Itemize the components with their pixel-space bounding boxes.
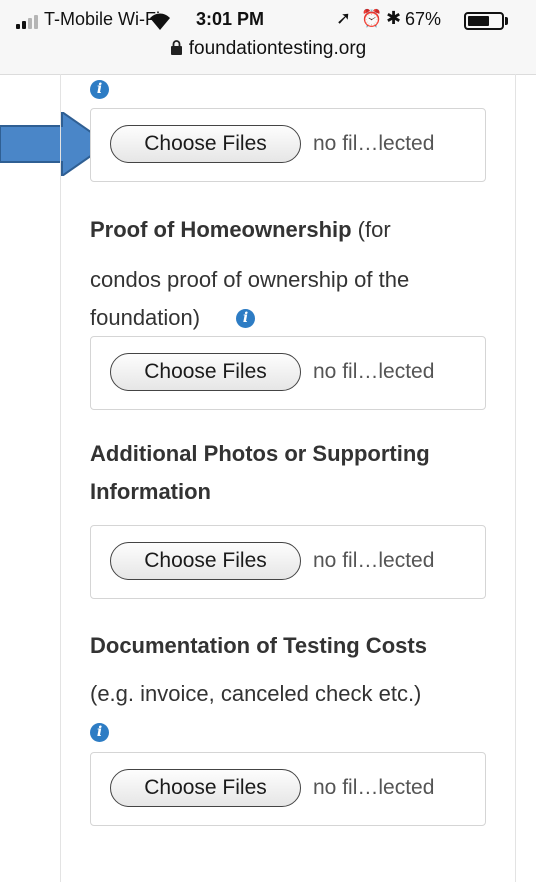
field-label-testing-costs-line2: (e.g. invoice, canceled check etc.) <box>90 681 422 706</box>
battery-tip <box>505 17 508 25</box>
info-icon[interactable]: i <box>90 723 109 742</box>
file-status: no fil…lected <box>313 549 435 572</box>
signal-icon <box>16 15 44 29</box>
screen: T-Mobile Wi-Fi 3:01 PM ➚ ⏰ ✱ 67% foundat… <box>0 0 536 882</box>
file-upload-2: Choose Files no fil…lected <box>90 336 486 410</box>
file-upload-4: Choose Files no fil…lected <box>90 752 486 826</box>
choose-files-button[interactable]: Choose Files <box>110 769 301 807</box>
field-label-homeownership-line2: condos proof of ownership of the <box>90 267 410 292</box>
field-label-homeownership-line3: foundation) <box>90 305 201 330</box>
choose-files-button[interactable]: Choose Files <box>110 353 301 391</box>
file-upload-3: Choose Files no fil…lected <box>90 525 486 599</box>
field-label-additional-photos: Additional Photos or Supporting <box>90 441 430 466</box>
file-status: no fil…lected <box>313 360 435 383</box>
battery-icon <box>464 12 504 30</box>
form-column: i Choose Files no fil…lected Proof of Ho… <box>60 74 516 882</box>
file-upload-1: Choose Files no fil…lected <box>90 108 486 182</box>
browser-top-bar: T-Mobile Wi-Fi 3:01 PM ➚ ⏰ ✱ 67% foundat… <box>0 0 536 75</box>
field-label-testing-costs: Documentation of Testing Costs <box>90 633 427 658</box>
address-bar[interactable]: foundationtesting.org <box>0 38 536 66</box>
info-icon[interactable]: i <box>90 80 109 99</box>
status-bar: T-Mobile Wi-Fi 3:01 PM ➚ ⏰ ✱ 67% <box>0 6 536 36</box>
field-label-homeownership: Proof of Homeownership (for <box>90 217 391 242</box>
file-status: no fil…lected <box>313 132 435 155</box>
choose-files-button[interactable]: Choose Files <box>110 125 301 163</box>
battery-fill <box>468 16 489 26</box>
location-arrow-icon: ➚ <box>336 8 352 28</box>
alarm-icon: ⏰ <box>361 9 383 28</box>
wifi-icon <box>148 11 172 31</box>
bluetooth-icon: ✱ <box>386 8 402 28</box>
info-icon[interactable]: i <box>236 309 255 328</box>
lock-icon <box>170 39 183 61</box>
status-time: 3:01 PM <box>196 9 265 29</box>
choose-files-button[interactable]: Choose Files <box>110 542 301 580</box>
file-status: no fil…lected <box>313 776 435 799</box>
url-text: foundationtesting.org <box>188 38 367 59</box>
carrier-name: T-Mobile Wi-Fi <box>44 9 160 29</box>
battery-percent: 67% <box>405 9 442 29</box>
field-label-additional-photos-line2: Information <box>90 479 211 504</box>
